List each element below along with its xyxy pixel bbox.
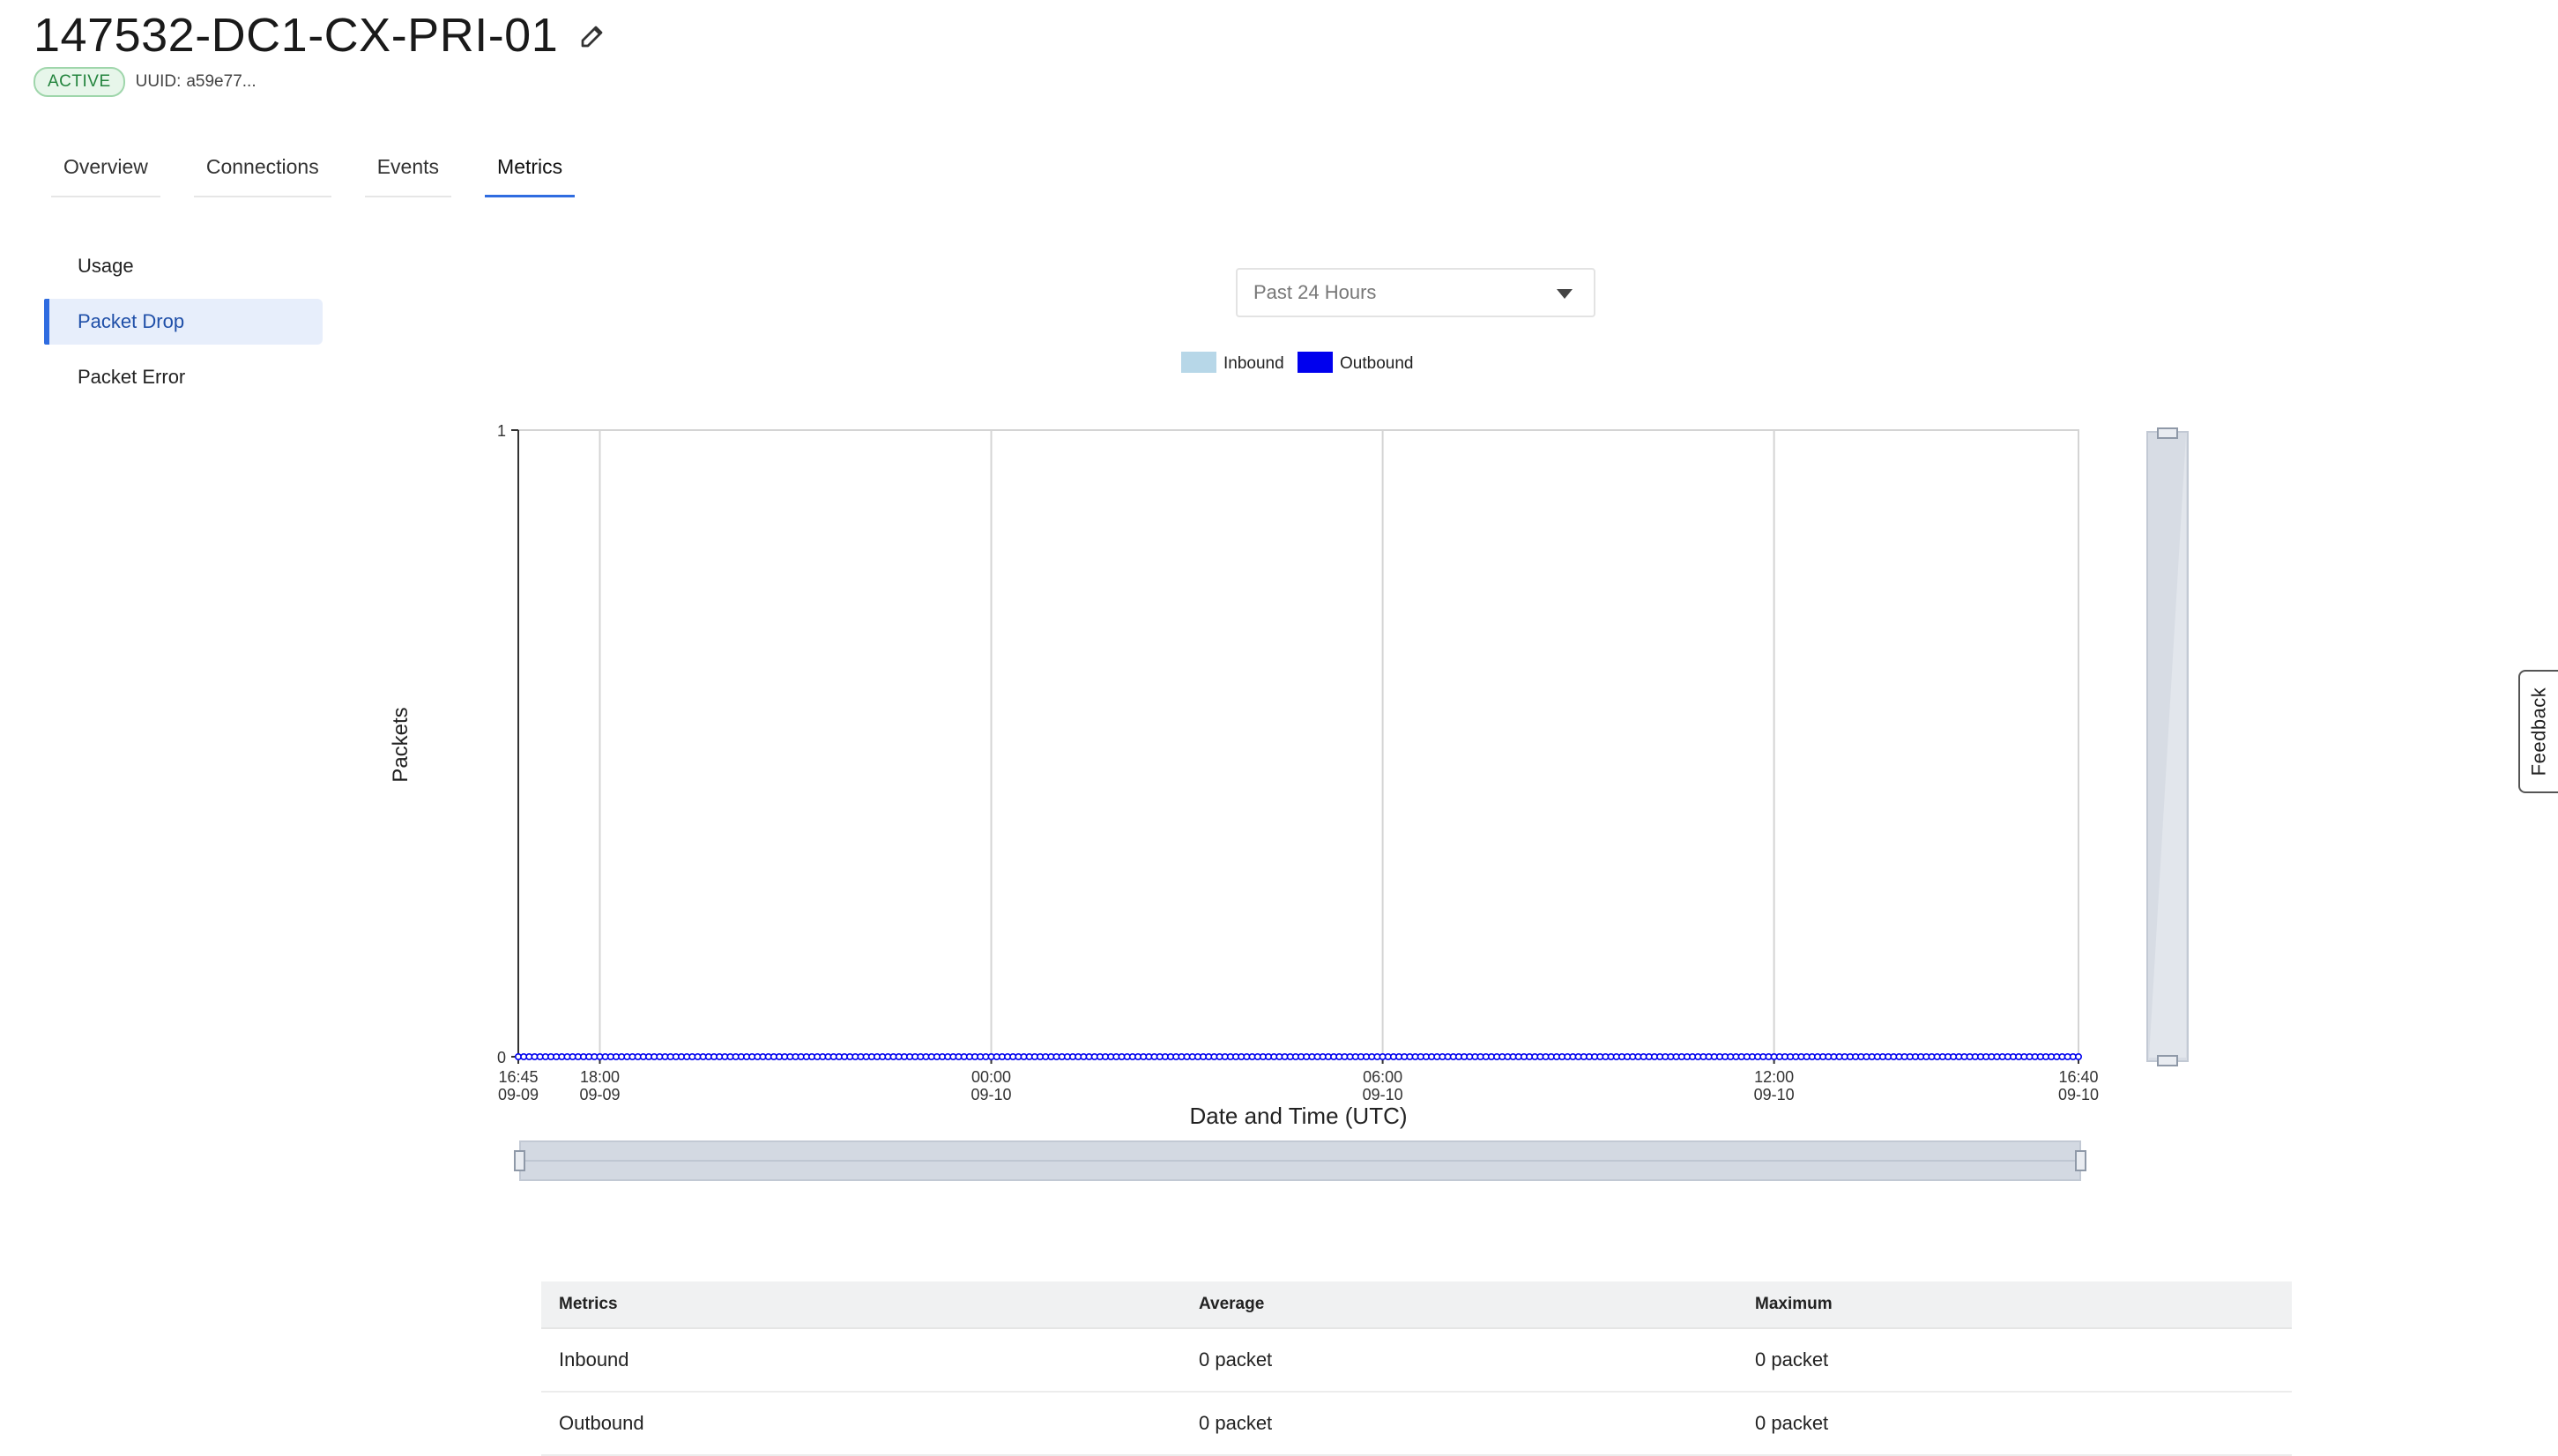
- x-tick-date: 09-10: [971, 1086, 1012, 1103]
- legend-swatch-outbound[interactable]: [1298, 352, 1333, 373]
- column-header-metrics: Metrics: [541, 1281, 1181, 1329]
- table-row: Inbound 0 packet 0 packet: [541, 1328, 2292, 1393]
- x-axis-label: Date and Time (UTC): [1189, 1103, 1407, 1129]
- y-range-slider[interactable]: [2146, 427, 2189, 1066]
- column-header-average: Average: [1181, 1281, 1737, 1329]
- series-layer: [514, 1053, 2083, 1061]
- metrics-summary-table: Metrics Average Maximum Inbound 0 packet…: [541, 1281, 2292, 1456]
- table-cell: 0 packet: [1737, 1392, 2292, 1456]
- table-cell: 0 packet: [1181, 1328, 1737, 1393]
- x-tick-date: 09-10: [1754, 1086, 1795, 1103]
- x-range-slider[interactable]: [514, 1140, 2086, 1181]
- table-cell: Inbound: [541, 1328, 1181, 1393]
- x-slider-handle-right[interactable]: [2075, 1150, 2086, 1171]
- feedback-tab[interactable]: Feedback: [2518, 670, 2558, 793]
- plot-area: [517, 429, 2079, 1058]
- table-cell: 0 packet: [1737, 1328, 2292, 1393]
- x-tick-label: 00:00: [971, 1068, 1011, 1086]
- x-tick-label: 18:00: [580, 1068, 620, 1086]
- x-slider-handle-left[interactable]: [514, 1150, 525, 1171]
- x-tick-label: 16:45: [498, 1068, 538, 1086]
- x-tick-date: 09-09: [579, 1086, 620, 1103]
- y-tick-label: 0: [497, 1049, 506, 1066]
- legend-label-outbound[interactable]: Outbound: [1340, 354, 1413, 373]
- y-axis-label: Packets: [389, 707, 413, 782]
- chart-legend: Inbound Outbound: [1181, 352, 1413, 373]
- x-tick-label: 06:00: [1363, 1068, 1402, 1086]
- data-point[interactable]: [2075, 1053, 2083, 1061]
- y-ticks: 01: [497, 422, 518, 1066]
- x-tick-date: 09-09: [498, 1086, 539, 1103]
- y-slider-handle-bottom[interactable]: [2157, 1055, 2178, 1066]
- x-tick-label: 16:40: [2058, 1068, 2098, 1086]
- y-tick-label: 1: [497, 422, 506, 440]
- feedback-label: Feedback: [2527, 687, 2550, 776]
- x-ticks: 16:4509-0918:0009-0900:0009-1006:0009-10…: [498, 1057, 2099, 1103]
- table-cell: Outbound: [541, 1392, 1181, 1456]
- x-tick-date: 09-10: [1363, 1086, 1403, 1103]
- y-slider-handle-top[interactable]: [2157, 427, 2178, 439]
- table-cell: 0 packet: [1181, 1392, 1737, 1456]
- legend-swatch-inbound[interactable]: [1181, 352, 1216, 373]
- gridlines: [599, 430, 1775, 1057]
- packet-drop-chart: Inbound Outbound 01 16:4509-0918:0009-09…: [389, 352, 2189, 1181]
- x-tick-date: 09-10: [2058, 1086, 2099, 1103]
- x-tick-label: 12:00: [1754, 1068, 1794, 1086]
- table-header-row: Metrics Average Maximum: [541, 1281, 2292, 1329]
- legend-label-inbound[interactable]: Inbound: [1223, 354, 1284, 373]
- column-header-maximum: Maximum: [1737, 1281, 2292, 1329]
- table-row: Outbound 0 packet 0 packet: [541, 1392, 2292, 1456]
